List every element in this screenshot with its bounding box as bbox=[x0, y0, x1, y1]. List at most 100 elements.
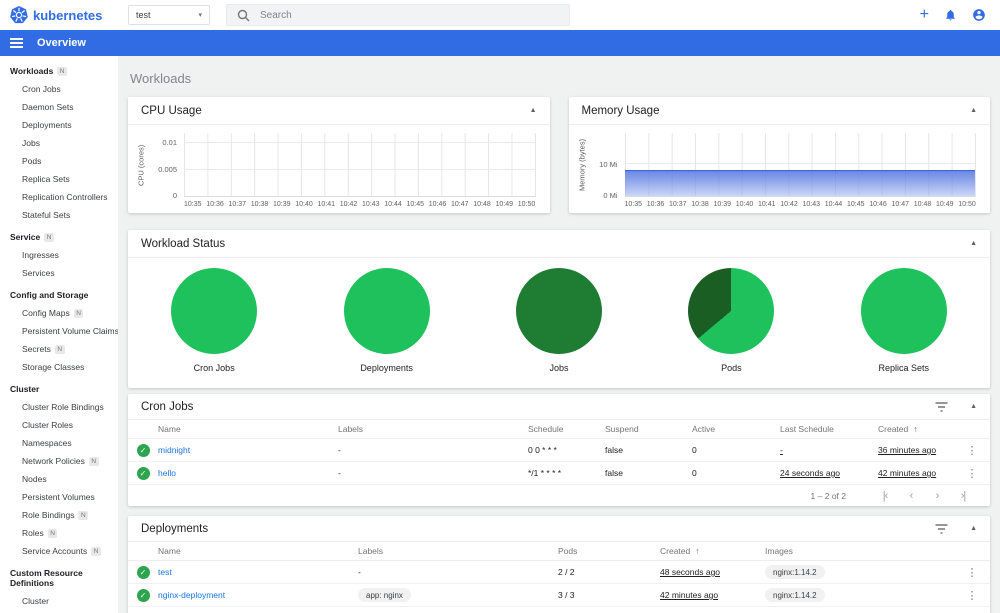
sidebar-item-roles[interactable]: Roles N bbox=[0, 524, 118, 542]
previous-page-button[interactable]: ‹ bbox=[898, 490, 924, 502]
search-bar[interactable] bbox=[226, 4, 570, 26]
sidebar-item-cluster-role-bindings[interactable]: Cluster Role Bindings bbox=[0, 398, 118, 416]
sidebar-item-services[interactable]: Services bbox=[0, 264, 118, 282]
sidebar-item-replication-controllers[interactable]: Replication Controllers bbox=[0, 188, 118, 206]
x-tick-label: 10:36 bbox=[206, 201, 224, 208]
sidebar-item-config-maps[interactable]: Config Maps N bbox=[0, 304, 118, 322]
column-header[interactable]: Pods bbox=[558, 546, 660, 556]
pie-cron-jobs: Cron Jobs bbox=[171, 268, 258, 373]
pie-pods: Pods bbox=[688, 268, 775, 373]
last-page-button[interactable]: ›| bbox=[950, 490, 976, 502]
create-resource-button[interactable]: + bbox=[920, 7, 929, 23]
cpu-chart-plot bbox=[184, 133, 536, 197]
column-header[interactable]: Labels bbox=[338, 424, 528, 434]
sidebar-section-config-storage: Config and Storage bbox=[10, 290, 89, 300]
sidebar-item-jobs[interactable]: Jobs bbox=[0, 134, 118, 152]
table-row: ✓ nginx-deployment app: nginx 3 / 3 42 m… bbox=[128, 584, 990, 607]
sidebar-section-workloads: Workloads N bbox=[0, 58, 118, 80]
x-tick-label: 10:41 bbox=[758, 201, 776, 208]
row-menu-icon[interactable]: ⋮ bbox=[954, 589, 990, 602]
search-input[interactable] bbox=[260, 9, 559, 21]
sidebar-item-crd-cluster[interactable]: Cluster bbox=[0, 592, 118, 610]
row-menu-icon[interactable]: ⋮ bbox=[954, 467, 990, 480]
table-row: ✓ midnight - 0 0 * * * false 0 - 36 minu… bbox=[128, 439, 990, 462]
sidebar-item-persistent-volumes[interactable]: Persistent Volumes bbox=[0, 488, 118, 506]
deployment-name-link[interactable]: test bbox=[158, 567, 358, 577]
sidebar-item-daemon-sets[interactable]: Daemon Sets bbox=[0, 98, 118, 116]
schedule-cell: 0 0 * * * bbox=[528, 445, 557, 455]
column-header-created[interactable]: Created ↑ bbox=[878, 424, 954, 434]
deployments-card: Deployments ▲ Name Labels Pods Created ↑ … bbox=[128, 516, 990, 613]
namespaced-badge: N bbox=[57, 67, 67, 76]
sidebar-item-persistent-volume-claims[interactable]: Persistent Volume ClaimsN bbox=[0, 322, 118, 340]
x-tick-label: 10:41 bbox=[317, 201, 336, 208]
sidebar-item-deployments[interactable]: Deployments bbox=[0, 116, 118, 134]
sidebar-item-nodes[interactable]: Nodes bbox=[0, 470, 118, 488]
sidebar-item-namespaces[interactable]: Namespaces bbox=[0, 434, 118, 452]
row-menu-icon[interactable]: ⋮ bbox=[954, 566, 990, 579]
collapse-icon[interactable]: ▲ bbox=[970, 525, 977, 532]
row-menu-icon[interactable]: ⋮ bbox=[954, 444, 990, 457]
x-tick-label: 10:46 bbox=[428, 201, 447, 208]
collapse-icon[interactable]: ▲ bbox=[530, 107, 537, 114]
column-header[interactable]: Name bbox=[158, 424, 338, 434]
hamburger-menu-icon[interactable] bbox=[10, 38, 23, 48]
sidebar-item-service-accounts[interactable]: Service Accounts N bbox=[0, 542, 118, 560]
column-header[interactable]: Suspend bbox=[605, 424, 692, 434]
created-cell[interactable]: 42 minutes ago bbox=[878, 468, 954, 478]
cronjob-name-link[interactable]: hello bbox=[158, 468, 338, 478]
x-tick-label: 10:42 bbox=[339, 201, 358, 208]
sidebar-item-storage-classes[interactable]: Storage Classes bbox=[0, 358, 118, 376]
namespace-selector[interactable]: test ▾ bbox=[128, 5, 210, 25]
notifications-bell-icon[interactable] bbox=[944, 8, 957, 22]
filter-icon[interactable] bbox=[935, 401, 948, 412]
filter-icon[interactable] bbox=[935, 523, 948, 534]
sidebar-item-ingresses[interactable]: Ingresses bbox=[0, 246, 118, 264]
sidebar-item-cron-jobs[interactable]: Cron Jobs bbox=[0, 80, 118, 98]
sidebar-item-replica-sets[interactable]: Replica Sets bbox=[0, 170, 118, 188]
collapse-icon[interactable]: ▲ bbox=[970, 240, 977, 247]
x-tick-label: 10:45 bbox=[847, 201, 865, 208]
sidebar-item-pods[interactable]: Pods bbox=[0, 152, 118, 170]
namespaced-badge: N bbox=[47, 529, 58, 538]
x-tick-label: 10:48 bbox=[913, 201, 932, 208]
created-cell[interactable]: 42 minutes ago bbox=[660, 590, 765, 600]
deployment-name-link[interactable]: nginx-deployment bbox=[158, 590, 358, 600]
cronjob-name-link[interactable]: midnight bbox=[158, 445, 338, 455]
next-page-button[interactable]: › bbox=[924, 490, 950, 502]
created-cell[interactable]: 48 seconds ago bbox=[660, 567, 765, 577]
sidebar-item-network-policies[interactable]: Network Policies N bbox=[0, 452, 118, 470]
sidebar-item-secrets[interactable]: Secrets N bbox=[0, 340, 118, 358]
column-header-created[interactable]: Created ↑ bbox=[660, 546, 765, 556]
column-header[interactable]: Last Schedule bbox=[780, 424, 878, 434]
column-header[interactable]: Name bbox=[158, 546, 358, 556]
status-ok-icon: ✓ bbox=[136, 443, 150, 457]
sidebar-item-stateful-sets[interactable]: Stateful Sets bbox=[0, 206, 118, 224]
schedule-cell: */1 * * * * bbox=[528, 468, 562, 478]
last-schedule-cell[interactable]: 24 seconds ago bbox=[780, 468, 878, 478]
x-tick-label: 10:44 bbox=[384, 201, 402, 208]
table-paginator: 1 – 2 of 2 |‹ ‹ › ›| bbox=[128, 485, 990, 506]
collapse-icon[interactable]: ▲ bbox=[970, 107, 977, 114]
column-header[interactable]: Schedule bbox=[528, 424, 605, 434]
sidebar-item-cluster-roles[interactable]: Cluster Roles bbox=[0, 416, 118, 434]
column-header[interactable]: Labels bbox=[358, 546, 558, 556]
user-account-icon[interactable] bbox=[972, 8, 986, 22]
pie-chart bbox=[515, 268, 602, 354]
sidebar-item-role-bindings[interactable]: Role Bindings N bbox=[0, 506, 118, 524]
image-chip: nginx:1.14.2 bbox=[765, 588, 825, 602]
x-tick-label: 10:50 bbox=[958, 201, 976, 208]
created-cell[interactable]: 36 minutes ago bbox=[878, 445, 954, 455]
first-page-button[interactable]: |‹ bbox=[872, 490, 898, 502]
kubernetes-logo[interactable]: kubernetes bbox=[0, 6, 118, 24]
cron-jobs-card: Cron Jobs ▲ Name Labels Schedule Suspend… bbox=[128, 394, 990, 506]
card-title: Workload Status bbox=[141, 237, 226, 250]
pods-cell: 3 / 3 bbox=[558, 590, 575, 600]
collapse-icon[interactable]: ▲ bbox=[970, 403, 977, 410]
column-header[interactable]: Active bbox=[692, 424, 780, 434]
status-ok-icon: ✓ bbox=[136, 466, 150, 480]
last-schedule-cell[interactable]: - bbox=[780, 445, 878, 455]
x-axis-labels: 10:35 10:36 10:37 10:38 10:39 10:40 10:41 10:42… bbox=[184, 197, 536, 213]
column-header[interactable]: Images bbox=[765, 546, 954, 556]
pie-replica-sets: Replica Sets bbox=[860, 268, 947, 373]
